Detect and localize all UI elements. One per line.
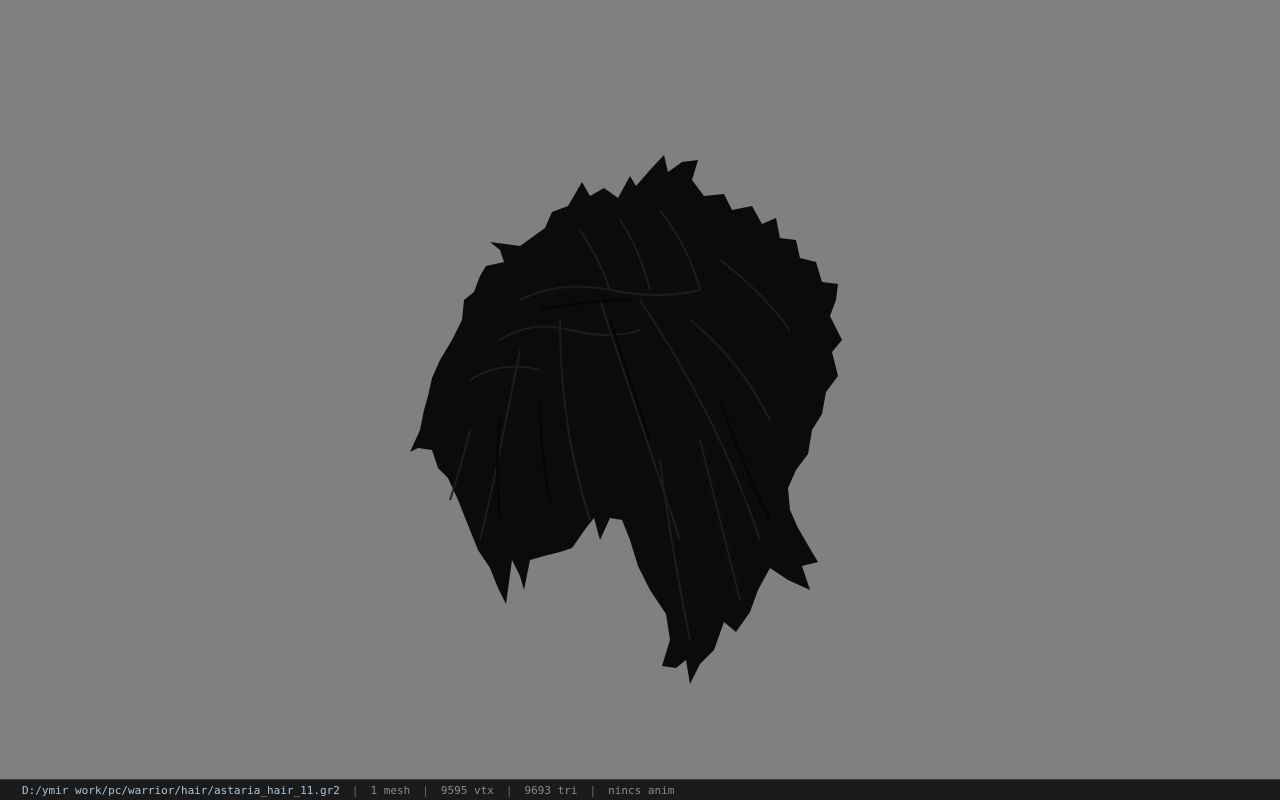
- hair-mesh: [410, 155, 842, 684]
- separator: |: [505, 783, 513, 797]
- vertex-count: 9595 vtx: [440, 783, 494, 797]
- status-bar: D:/ymir work/pc/warrior/hair/astaria_hai…: [0, 779, 1280, 800]
- triangle-count: 9693 tri: [524, 783, 578, 797]
- separator: |: [422, 783, 429, 797]
- 3d-viewport[interactable]: [0, 0, 1280, 779]
- mesh-count: 1 mesh: [370, 783, 411, 797]
- separator: |: [589, 783, 597, 797]
- hair-model-render[interactable]: [0, 0, 1280, 779]
- animation-status: nincs anim: [608, 783, 675, 797]
- file-path: D:/ymir work/pc/warrior/hair/astaria_hai…: [22, 783, 340, 797]
- separator: |: [351, 783, 359, 797]
